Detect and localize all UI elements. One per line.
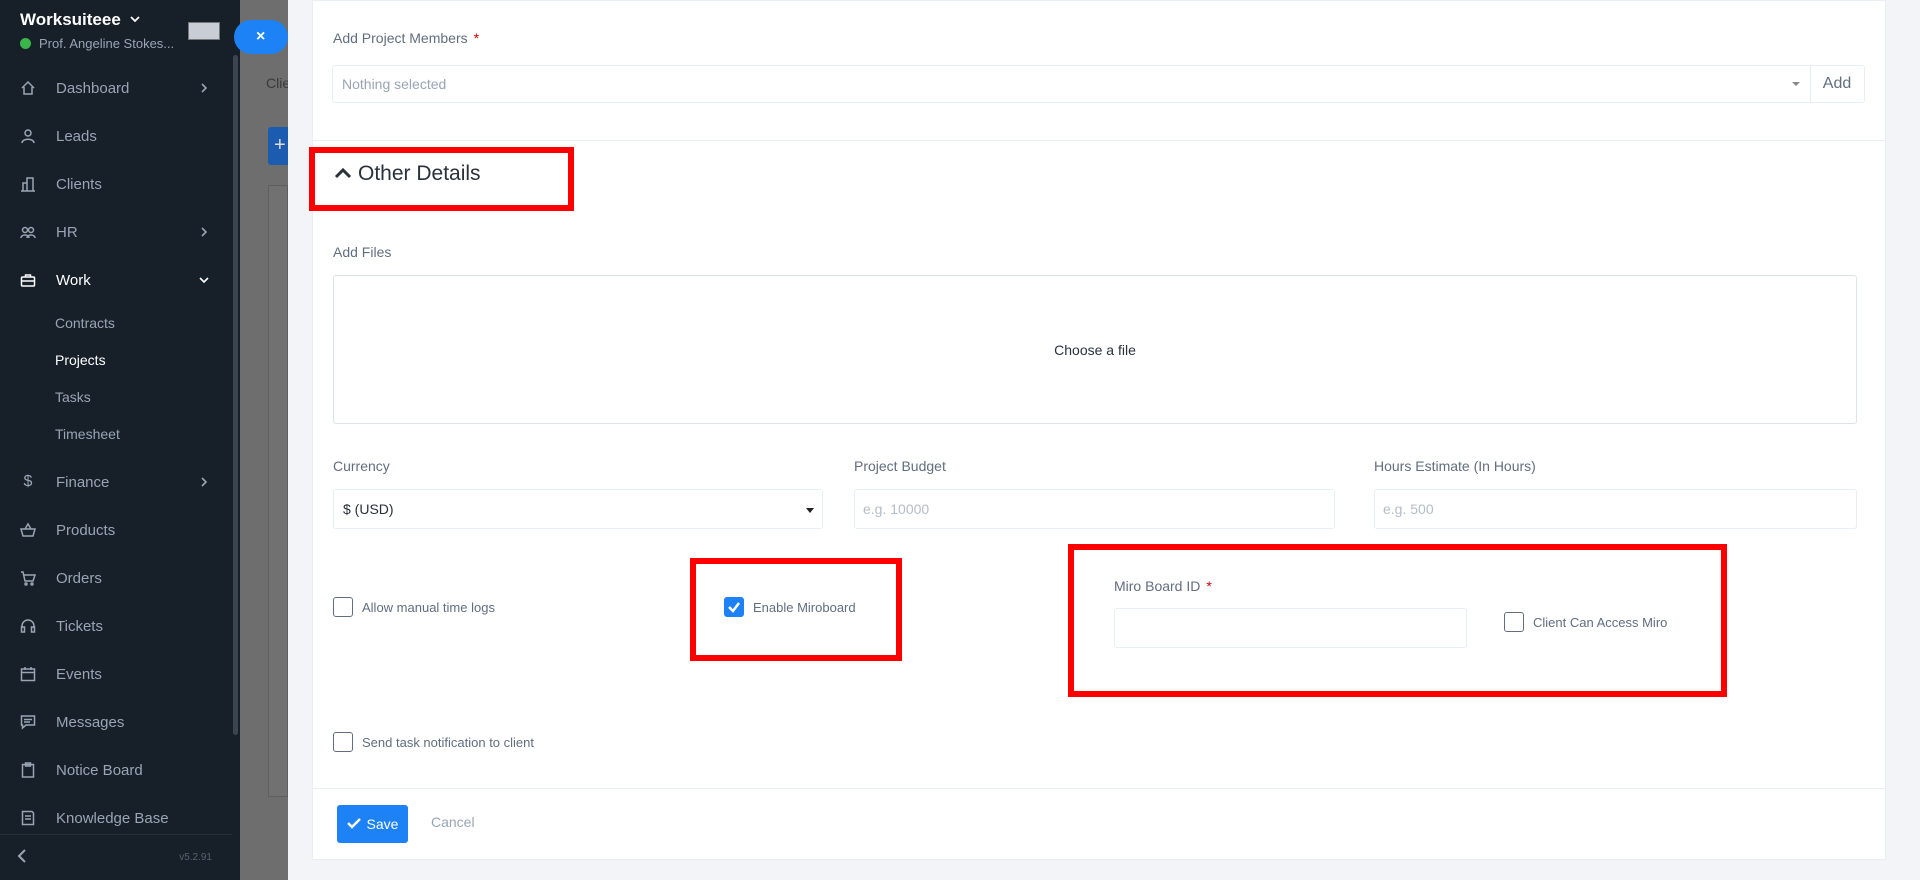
send-notification-checkbox[interactable] bbox=[333, 732, 353, 752]
app-version: v5.2.91 bbox=[179, 852, 212, 863]
check-icon bbox=[346, 816, 361, 832]
sidebar-item-label: Finance bbox=[56, 473, 110, 491]
members-placeholder: Nothing selected bbox=[342, 76, 447, 92]
form-card bbox=[312, 0, 1886, 860]
sidebar-item-label: Orders bbox=[56, 569, 102, 587]
message-icon bbox=[20, 714, 36, 730]
sidebar-item-dashboard[interactable]: Dashboard bbox=[0, 64, 232, 112]
sidebar-subitem-contracts[interactable]: Contracts bbox=[0, 304, 232, 341]
members-field: Nothing selected Add bbox=[332, 65, 1865, 103]
background-tab: Clie bbox=[266, 75, 291, 91]
sidebar-subitem-tasks[interactable]: Tasks bbox=[0, 378, 232, 415]
sidebar-item-label: Clients bbox=[56, 175, 102, 193]
file-dropzone[interactable]: Choose a file bbox=[333, 275, 1857, 424]
dollar-icon: $ bbox=[23, 473, 33, 490]
caret-down-icon bbox=[1792, 82, 1800, 86]
sidebar-scrollbar[interactable] bbox=[233, 55, 238, 735]
book-icon bbox=[20, 810, 36, 826]
sidebar-item-label: Messages bbox=[56, 713, 125, 731]
cart-icon bbox=[20, 570, 36, 586]
sidebar-footer: v5.2.91 bbox=[0, 834, 232, 880]
sidebar-item-orders[interactable]: Orders bbox=[0, 554, 232, 602]
currency-select[interactable]: $ (USD) bbox=[333, 489, 823, 529]
calendar-icon bbox=[20, 666, 36, 682]
sidebar-item-label: Events bbox=[56, 665, 102, 683]
allow-manual-time-logs[interactable]: Allow manual time logs bbox=[333, 597, 495, 617]
basket-icon bbox=[20, 522, 36, 538]
sidebar-item-label: Knowledge Base bbox=[56, 809, 169, 827]
user-name: Prof. Angeline Stokes... bbox=[39, 36, 175, 51]
collapse-sidebar-icon[interactable] bbox=[16, 849, 28, 866]
dropzone-text: Choose a file bbox=[1054, 341, 1136, 358]
chevron-right-icon bbox=[198, 81, 210, 93]
footer-divider bbox=[312, 788, 1886, 789]
sidebar-item-label: Notice Board bbox=[56, 761, 143, 779]
sidebar-item-label: Products bbox=[56, 521, 116, 539]
hours-estimate-input[interactable] bbox=[1374, 489, 1857, 529]
save-button[interactable]: Save bbox=[337, 805, 408, 843]
sidebar-item-label: Tickets bbox=[56, 617, 103, 635]
sidebar-item-messages[interactable]: Messages bbox=[0, 698, 232, 746]
sidebar-item-work[interactable]: Work bbox=[0, 256, 232, 304]
headset-icon bbox=[20, 618, 36, 634]
currency-value: $ (USD) bbox=[343, 501, 394, 517]
briefcase-icon bbox=[20, 272, 36, 288]
background-table bbox=[268, 185, 288, 797]
avatar[interactable] bbox=[188, 22, 220, 40]
members-select[interactable]: Nothing selected bbox=[333, 66, 1811, 102]
checkbox-label: Allow manual time logs bbox=[362, 599, 495, 615]
budget-input[interactable] bbox=[854, 489, 1335, 529]
sidebar-item-finance[interactable]: $ Finance bbox=[0, 458, 232, 506]
add-files-label: Add Files bbox=[333, 244, 392, 260]
section-divider bbox=[312, 140, 1886, 141]
budget-label: Project Budget bbox=[854, 458, 946, 474]
sidebar-subitem-timesheet[interactable]: Timesheet bbox=[0, 415, 232, 452]
sidebar-item-events[interactable]: Events bbox=[0, 650, 232, 698]
cancel-button[interactable]: Cancel bbox=[431, 814, 475, 830]
chevron-right-icon bbox=[198, 225, 210, 237]
add-member-button[interactable]: Add bbox=[1810, 66, 1864, 102]
sidebar-nav: Dashboard Leads Clients HR Work Contract… bbox=[0, 64, 232, 842]
allow-manual-checkbox[interactable] bbox=[333, 597, 353, 617]
online-status-dot bbox=[20, 38, 31, 49]
sidebar-item-label: Work bbox=[56, 271, 91, 289]
sidebar-item-tickets[interactable]: Tickets bbox=[0, 602, 232, 650]
sidebar-item-label: Leads bbox=[56, 127, 97, 145]
send-task-notification[interactable]: Send task notification to client bbox=[333, 732, 534, 752]
sidebar-item-label: Dashboard bbox=[56, 79, 130, 97]
home-icon bbox=[20, 80, 36, 96]
highlight-box bbox=[690, 558, 902, 661]
sidebar-item-products[interactable]: Products bbox=[0, 506, 232, 554]
chevron-down-icon bbox=[198, 273, 210, 285]
workspace-name: Worksuiteee bbox=[20, 10, 121, 29]
workspace-switcher[interactable]: Worksuiteee Prof. Angeline Stokes... bbox=[20, 10, 174, 51]
users-icon bbox=[20, 224, 36, 240]
sidebar-item-label: HR bbox=[56, 223, 78, 241]
chevron-right-icon bbox=[198, 475, 210, 487]
sidebar-item-clients[interactable]: Clients bbox=[0, 160, 232, 208]
save-label: Save bbox=[366, 816, 399, 832]
sidebar: Worksuiteee Prof. Angeline Stokes... Das… bbox=[0, 0, 240, 880]
caret-down-icon bbox=[806, 508, 814, 513]
currency-label: Currency bbox=[333, 458, 390, 474]
sidebar-item-hr[interactable]: HR bbox=[0, 208, 232, 256]
highlight-box bbox=[1068, 544, 1727, 697]
highlight-box bbox=[309, 147, 574, 211]
clipboard-icon bbox=[20, 762, 36, 778]
checkbox-label: Send task notification to client bbox=[362, 734, 534, 750]
user-icon bbox=[20, 128, 36, 144]
chevron-down-icon bbox=[129, 10, 141, 30]
sidebar-subitem-projects[interactable]: Projects bbox=[0, 341, 232, 378]
hours-label: Hours Estimate (In Hours) bbox=[1374, 458, 1536, 474]
sidebar-item-leads[interactable]: Leads bbox=[0, 112, 232, 160]
sidebar-item-notice-board[interactable]: Notice Board bbox=[0, 746, 232, 794]
members-label: Add Project Members * bbox=[333, 30, 480, 46]
close-modal-button[interactable]: × bbox=[234, 20, 288, 54]
building-icon bbox=[20, 176, 36, 192]
